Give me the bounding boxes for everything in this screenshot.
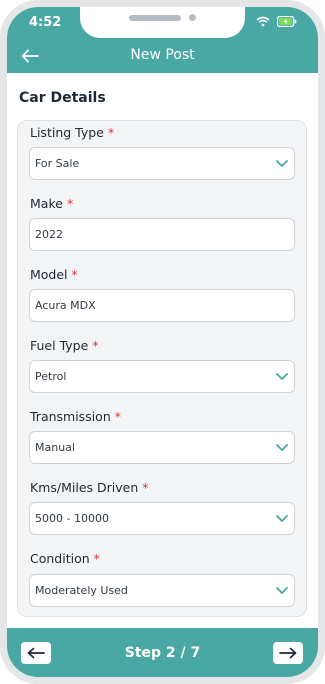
model-value: Acura MDX: [35, 299, 96, 312]
step-footer: Step 2 / 7: [7, 628, 318, 677]
condition-select[interactable]: Moderately Used: [29, 574, 295, 607]
transmission-value: Manual: [35, 441, 75, 454]
camera-icon: [189, 14, 196, 21]
section-title: Car Details: [19, 90, 106, 106]
chevron-down-icon: [276, 444, 288, 451]
listing-type-select[interactable]: For Sale: [29, 147, 295, 180]
chevron-down-icon: [276, 515, 288, 522]
listing-type-label: Listing Type *: [30, 125, 115, 140]
condition-value: Moderately Used: [35, 584, 128, 597]
phone-notch: [80, 7, 245, 38]
required-marker: *: [66, 196, 74, 211]
chevron-down-icon: [276, 160, 288, 167]
page-title: New Post: [130, 47, 195, 63]
chevron-down-icon: [276, 587, 288, 594]
chevron-down-icon: [276, 373, 288, 380]
kms-driven-value: 5000 - 10000: [35, 512, 109, 525]
model-label: Model *: [30, 267, 78, 282]
fuel-type-label: Fuel Type *: [30, 338, 99, 353]
required-marker: *: [92, 338, 99, 353]
fuel-type-value: Petrol: [35, 370, 67, 383]
wifi-icon: [256, 16, 270, 27]
listing-type-value: For Sale: [35, 157, 80, 170]
phone-frame: 4:52 New Post Car Details Listing Type * …: [0, 0, 325, 684]
battery-charging-icon: [277, 16, 297, 27]
condition-label: Condition *: [30, 551, 100, 566]
required-marker: *: [71, 267, 78, 282]
next-step-button[interactable]: [273, 642, 303, 664]
make-input[interactable]: 2022: [29, 218, 295, 251]
required-marker: *: [142, 480, 149, 495]
transmission-select[interactable]: Manual: [29, 431, 295, 464]
make-value: 2022: [35, 228, 63, 241]
required-marker: *: [93, 551, 100, 566]
required-marker: *: [114, 409, 121, 424]
transmission-label: Transmission *: [30, 409, 121, 424]
make-label: Make *: [30, 196, 74, 211]
app-header: 4:52 New Post: [7, 7, 318, 73]
status-time: 4:52: [29, 15, 62, 30]
fuel-type-select[interactable]: Petrol: [29, 360, 295, 393]
required-marker: *: [107, 125, 115, 140]
speaker-grille: [129, 15, 181, 21]
model-input[interactable]: Acura MDX: [29, 289, 295, 322]
step-indicator: Step 2 / 7: [124, 645, 201, 661]
kms-driven-select[interactable]: 5000 - 10000: [29, 502, 295, 535]
arrow-right-icon: [279, 647, 297, 659]
kms-driven-label: Kms/Miles Driven *: [30, 480, 149, 495]
